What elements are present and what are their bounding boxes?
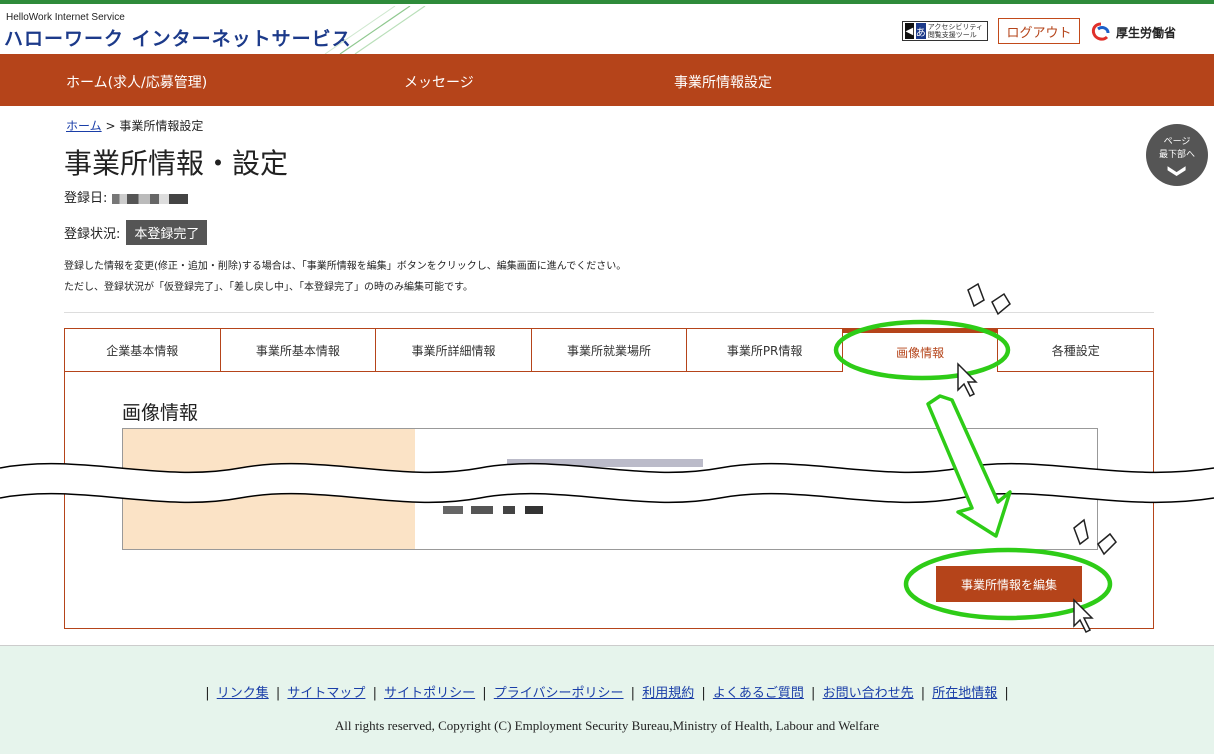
tab-company-basic[interactable]: 企業基本情報: [64, 328, 221, 372]
breadcrumb-current: 事業所情報設定: [119, 119, 204, 133]
ministry-name: 厚生労働省: [1116, 25, 1177, 40]
scroll-to-bottom-button[interactable]: ページ 最下部へ ❯: [1146, 124, 1208, 186]
breadcrumb-separator: >: [105, 119, 116, 133]
footer-separator: |: [482, 686, 487, 701]
footer-links: | リンク集 | サイトマップ | サイトポリシー | プライバシーポリシー |…: [0, 682, 1214, 701]
logo-subtitle: HelloWork Internet Service: [6, 12, 125, 23]
copyright: All rights reserved, Copyright (C) Emplo…: [334, 718, 880, 733]
registration-status: 登録状況: 本登録完了: [64, 220, 208, 245]
footer-link-site-policy[interactable]: サイトポリシー: [384, 686, 475, 701]
accessibility-tool-label: アクセシビリティ閲覧支援ツール: [927, 23, 984, 39]
footer-separator: |: [811, 686, 816, 701]
page-title: 事業所情報・設定: [64, 147, 289, 180]
nav-item-messages[interactable]: メッセージ: [404, 72, 474, 92]
status-badge: 本登録完了: [126, 220, 208, 245]
registration-date: 登録日:: [64, 187, 188, 206]
footer-separator: |: [701, 686, 706, 701]
speaker-icon: ◀: [905, 23, 914, 39]
breadcrumb-home-link[interactable]: ホーム: [66, 119, 102, 133]
footer-separator: |: [205, 686, 210, 701]
footer-link-faq[interactable]: よくあるご質問: [713, 686, 804, 701]
main-nav: ホーム(求人/応募管理) メッセージ 事業所情報設定: [0, 54, 1214, 106]
omission-wave-break: [0, 462, 1214, 504]
kana-icon: あ: [915, 23, 926, 39]
tab-office-detail[interactable]: 事業所詳細情報: [376, 328, 532, 372]
info-tabs: 企業基本情報 事業所基本情報 事業所詳細情報 事業所就業場所 事業所PR情報 画…: [64, 328, 1155, 372]
accessibility-tool-button[interactable]: ◀ あ アクセシビリティ閲覧支援ツール: [902, 21, 988, 41]
nav-item-home[interactable]: ホーム(求人/応募管理): [66, 72, 207, 92]
registration-date-label: 登録日:: [64, 191, 108, 206]
ministry-logo[interactable]: 厚生労働省: [1090, 18, 1176, 46]
tab-office-workplace[interactable]: 事業所就業場所: [531, 328, 688, 372]
site-header: HelloWork Internet Service ハローワーク インターネッ…: [0, 4, 1214, 54]
footer-separator: |: [920, 686, 926, 701]
footer-link-contact[interactable]: お問い合わせ先: [823, 686, 914, 701]
redacted-date: [111, 193, 188, 204]
panel-title: 画像情報: [122, 402, 199, 424]
footer-link-privacy[interactable]: プライバシーポリシー: [494, 686, 624, 701]
footer-separator: |: [372, 686, 377, 701]
footer-link-sitemap[interactable]: サイトマップ: [287, 686, 365, 701]
footer-separator: |: [275, 686, 281, 701]
logout-button[interactable]: ログアウト: [998, 18, 1080, 44]
tab-image-info[interactable]: 画像情報: [842, 328, 999, 372]
ministry-mark-icon: [1091, 22, 1110, 41]
tab-office-basic[interactable]: 事業所基本情報: [220, 328, 377, 372]
footer-link-links[interactable]: リンク集: [217, 686, 269, 701]
registration-status-label: 登録状況:: [64, 227, 121, 242]
logo-swoosh-decoration: [324, 6, 426, 54]
site-footer: | リンク集 | サイトマップ | サイトポリシー | プライバシーポリシー |…: [0, 645, 1214, 754]
divider: [64, 312, 1154, 313]
edit-instructions-line2: ただし、登録状況が「仮登録完了」、「差し戻し中」、「本登録完了」の時のみ編集可能…: [64, 282, 473, 293]
tab-settings[interactable]: 各種設定: [998, 328, 1155, 372]
footer-link-terms[interactable]: 利用規約: [642, 686, 694, 701]
tab-office-pr[interactable]: 事業所PR情報: [687, 328, 843, 372]
footer-link-locations[interactable]: 所在地情報: [932, 686, 997, 701]
breadcrumb: ホーム > 事業所情報設定: [66, 117, 203, 134]
footer-separator: |: [1004, 686, 1009, 701]
nav-item-office-settings[interactable]: 事業所情報設定: [674, 72, 772, 92]
footer-separator: |: [630, 686, 636, 701]
chevron-down-icon: ❯: [1167, 163, 1188, 179]
click-marks-1: [967, 282, 1011, 316]
edit-instructions-line1: 登録した情報を変更(修正・追加・削除)する場合は、「事業所情報を編集」ボタンをク…: [64, 261, 627, 272]
edit-office-info-button[interactable]: 事業所情報を編集: [936, 566, 1082, 602]
